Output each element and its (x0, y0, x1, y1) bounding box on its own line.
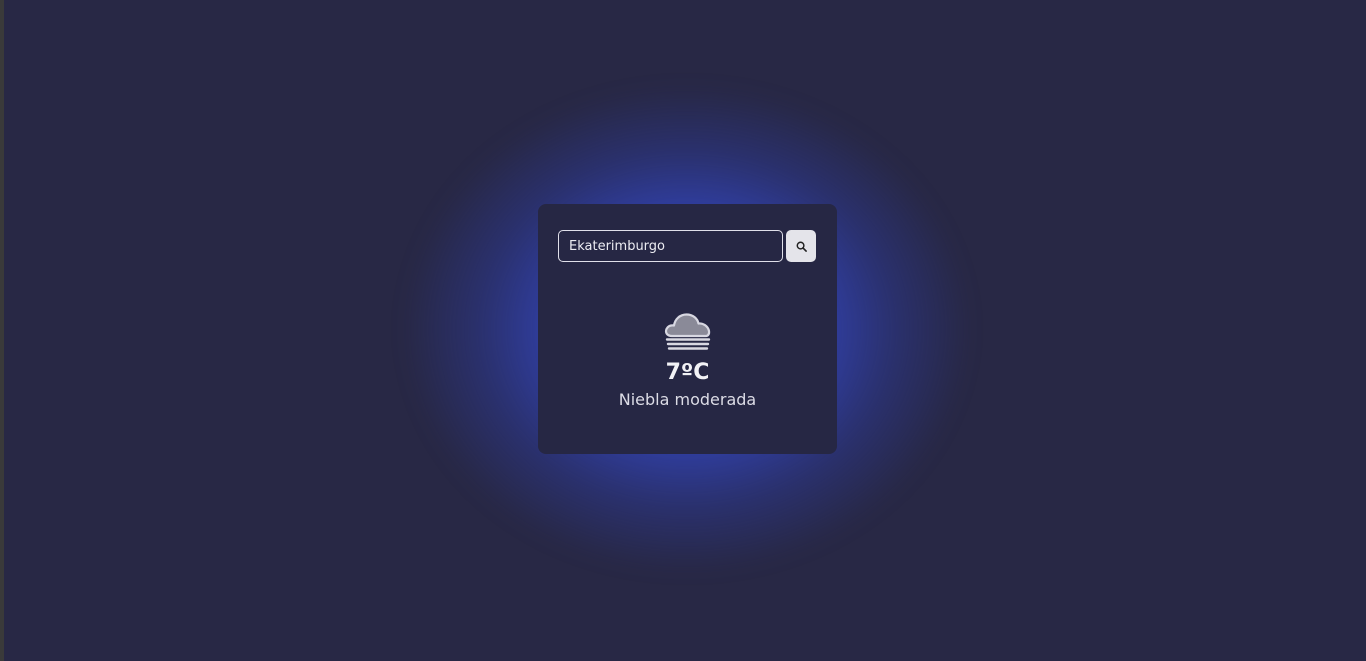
city-search-input[interactable] (558, 230, 783, 262)
weather-display: 7ºC Niebla moderada (538, 308, 837, 410)
weather-description: Niebla moderada (618, 390, 757, 409)
fog-cloud-icon (664, 313, 710, 350)
search-bar (558, 230, 817, 262)
weather-card: 7ºC Niebla moderada (538, 204, 837, 454)
page-background: 7ºC Niebla moderada (0, 0, 1366, 661)
search-icon (796, 241, 807, 252)
search-button[interactable] (786, 230, 816, 262)
temperature: 7ºC (665, 360, 710, 385)
